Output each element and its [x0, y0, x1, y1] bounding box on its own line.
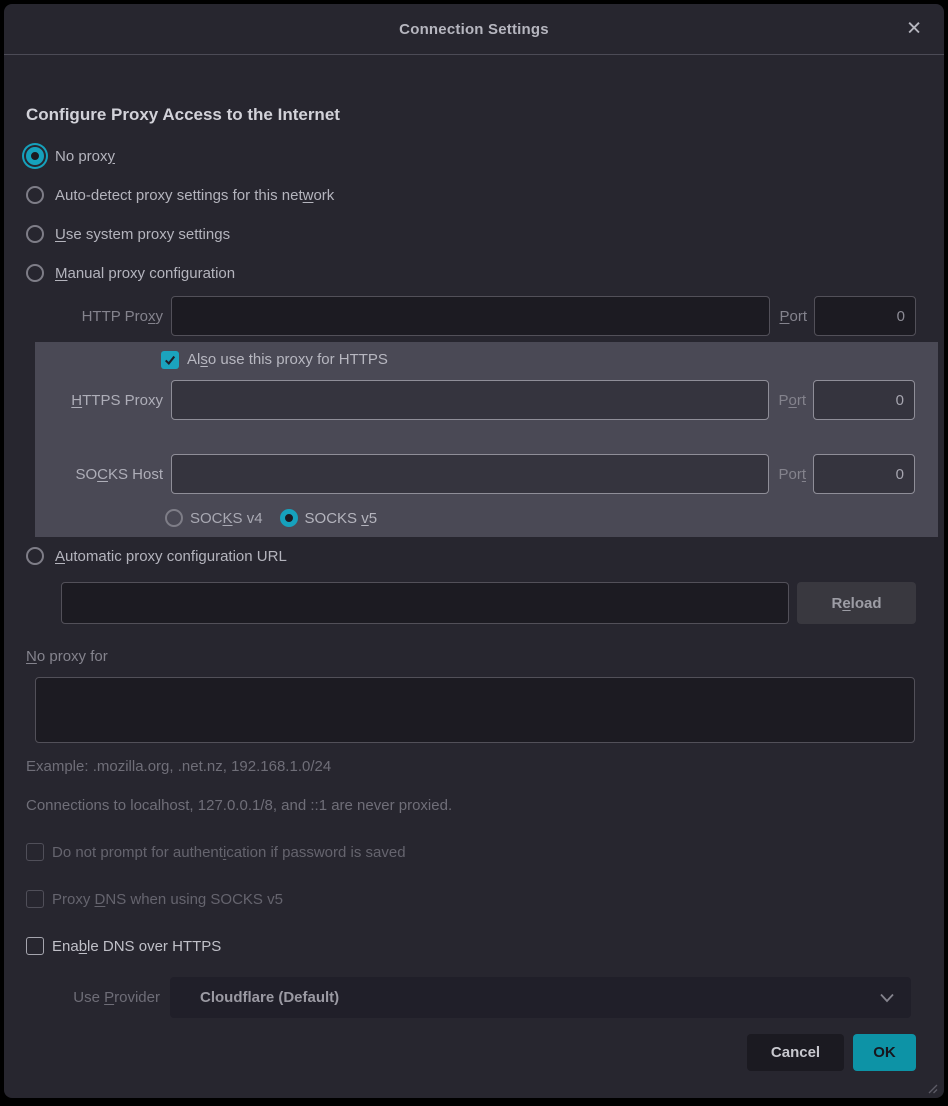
- radio-label: Auto-detect proxy settings for this netw…: [55, 187, 334, 204]
- radio-option-system-proxy[interactable]: Use system proxy settings: [26, 222, 916, 246]
- screen-background: { "titlebar": { "title": "Connection Set…: [0, 0, 948, 1106]
- socks-port-label: Port: [778, 466, 806, 483]
- checkbox-icon[interactable]: [26, 937, 44, 955]
- reload-button[interactable]: Reload: [797, 582, 916, 624]
- socks-host-row: SOCKS Host Port: [35, 454, 915, 494]
- socks-host-label: SOCKS Host: [35, 466, 163, 483]
- radio-option-manual-proxy[interactable]: Manual proxy configuration: [26, 261, 916, 285]
- radio-option-no-proxy[interactable]: No proxy: [26, 144, 916, 168]
- provider-select[interactable]: Cloudflare (Default): [170, 977, 911, 1018]
- checkbox-label: Also use this proxy for HTTPS: [187, 351, 388, 368]
- https-port-input[interactable]: [813, 380, 915, 420]
- never-proxied-note: Connections to localhost, 127.0.0.1/8, a…: [26, 797, 916, 814]
- checkbox-no-auth-prompt[interactable]: Do not prompt for authentication if pass…: [26, 840, 916, 864]
- dialog-titlebar: Connection Settings ✕: [4, 4, 944, 55]
- no-proxy-example-text: Example: .mozilla.org, .net.nz, 192.168.…: [26, 758, 916, 775]
- close-button[interactable]: ✕: [900, 16, 928, 43]
- radio-option-auto-detect[interactable]: Auto-detect proxy settings for this netw…: [26, 183, 916, 207]
- doh-provider-row: Use Provider Cloudflare (Default): [26, 977, 916, 1018]
- radio-label: No proxy: [55, 148, 115, 165]
- checkmark-icon: [164, 354, 176, 366]
- radio-selected-icon[interactable]: [26, 147, 44, 165]
- no-proxy-for-label: No proxy for: [26, 648, 916, 665]
- cancel-button[interactable]: Cancel: [747, 1034, 844, 1071]
- checkbox-icon[interactable]: [26, 843, 44, 861]
- http-proxy-row: HTTP Proxy Port: [26, 296, 916, 336]
- options-checkbox-group: Do not prompt for authentication if pass…: [26, 840, 916, 958]
- no-proxy-for-textarea[interactable]: [35, 677, 915, 743]
- http-port-input[interactable]: [814, 296, 916, 336]
- autoproxy-url-input[interactable]: [61, 582, 789, 624]
- connection-settings-dialog: Connection Settings ✕ Configure Proxy Ac…: [4, 4, 944, 1098]
- radio-selected-icon[interactable]: [280, 509, 298, 527]
- socks-version-radio-group: SOCKS v4 SOCKS v5: [165, 506, 915, 530]
- radio-icon[interactable]: [26, 186, 44, 204]
- radio-label: Use system proxy settings: [55, 226, 230, 243]
- radio-option-automatic-proxy-url[interactable]: Automatic proxy configuration URL: [26, 544, 916, 568]
- chevron-down-icon: [879, 993, 895, 1003]
- https-socks-highlight-section: Also use this proxy for HTTPS HTTPS Prox…: [35, 342, 938, 537]
- https-proxy-row: HTTPS Proxy Port: [35, 380, 915, 420]
- radio-icon[interactable]: [26, 547, 44, 565]
- radio-icon[interactable]: [26, 225, 44, 243]
- socks-host-input[interactable]: [171, 454, 769, 494]
- autoproxy-url-row: Reload: [61, 582, 916, 624]
- checkbox-icon[interactable]: [26, 890, 44, 908]
- http-port-label: Port: [779, 308, 807, 325]
- checkbox-checked-icon[interactable]: [161, 351, 179, 369]
- dialog-content: Configure Proxy Access to the Internet N…: [4, 105, 944, 1071]
- https-port-label: Port: [778, 392, 806, 409]
- proxy-mode-radio-group: No proxy Auto-detect proxy settings for …: [26, 144, 916, 285]
- ok-button[interactable]: OK: [853, 1034, 916, 1071]
- close-icon: ✕: [906, 18, 922, 40]
- http-proxy-label: HTTP Proxy: [26, 308, 163, 325]
- radio-label: SOCKS v5: [305, 510, 378, 527]
- checkbox-proxy-dns-socks5[interactable]: Proxy DNS when using SOCKS v5: [26, 887, 916, 911]
- provider-selected-value: Cloudflare (Default): [200, 989, 879, 1006]
- dialog-title: Connection Settings: [399, 21, 549, 38]
- https-proxy-label: HTTPS Proxy: [35, 392, 163, 409]
- https-proxy-input[interactable]: [171, 380, 769, 420]
- use-provider-label: Use Provider: [26, 989, 160, 1006]
- radio-label: Manual proxy configuration: [55, 265, 235, 282]
- checkbox-label: Enable DNS over HTTPS: [52, 938, 221, 955]
- checkbox-enable-doh[interactable]: Enable DNS over HTTPS: [26, 934, 916, 958]
- http-proxy-input[interactable]: [171, 296, 770, 336]
- radio-icon[interactable]: [165, 509, 183, 527]
- checkbox-label: Proxy DNS when using SOCKS v5: [52, 891, 283, 908]
- radio-option-socks-v5[interactable]: SOCKS v5: [280, 509, 378, 527]
- also-use-https-checkbox-row[interactable]: Also use this proxy for HTTPS: [161, 342, 915, 366]
- radio-label: Automatic proxy configuration URL: [55, 548, 287, 565]
- radio-option-socks-v4[interactable]: SOCKS v4: [165, 509, 263, 527]
- page-title: Configure Proxy Access to the Internet: [26, 105, 916, 125]
- radio-icon[interactable]: [26, 264, 44, 282]
- resize-grip-icon[interactable]: [926, 1082, 938, 1094]
- checkbox-label: Do not prompt for authentication if pass…: [52, 844, 406, 861]
- socks-port-input[interactable]: [813, 454, 915, 494]
- radio-label: SOCKS v4: [190, 510, 263, 527]
- dialog-button-row: Cancel OK: [26, 1034, 916, 1071]
